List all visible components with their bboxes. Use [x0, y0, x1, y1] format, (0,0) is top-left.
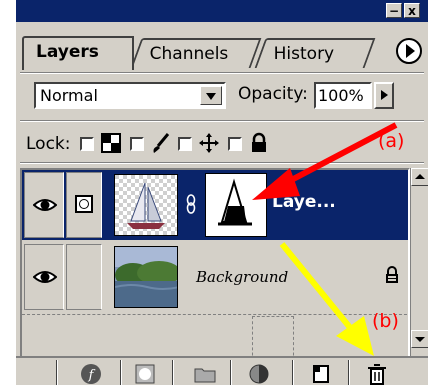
divider	[230, 360, 232, 385]
tab-history[interactable]: History	[254, 38, 376, 68]
lock-label: Lock:	[26, 134, 71, 154]
divider	[20, 72, 424, 74]
palette-bottom-toolbar: f	[16, 356, 428, 385]
divider	[20, 162, 424, 164]
add-mask-button[interactable]	[130, 362, 160, 385]
layers-list: Laye... Background	[20, 168, 410, 364]
new-set-button[interactable]	[190, 362, 220, 385]
eye-icon	[33, 199, 57, 211]
palette-titlebar[interactable]: − x	[16, 0, 428, 22]
layer-thumbnail[interactable]	[114, 174, 178, 236]
visibility-toggle[interactable]	[24, 244, 64, 310]
blend-mode-value: Normal	[40, 86, 98, 105]
opacity-label: Opacity:	[238, 84, 308, 104]
chevron-up-icon	[415, 174, 425, 179]
close-button[interactable]: x	[404, 3, 420, 18]
tab-channels-label: Channels	[149, 44, 229, 64]
divider	[292, 360, 294, 385]
palette-tabs: Layers Channels History	[16, 26, 428, 70]
lock-position-checkbox[interactable]	[178, 137, 192, 151]
layers-scrollbar[interactable]	[410, 168, 428, 364]
palette-menu-arrow-icon[interactable]	[396, 38, 422, 64]
visibility-toggle[interactable]	[24, 172, 64, 238]
layer-style-button[interactable]: f	[76, 362, 106, 385]
divider	[172, 360, 174, 385]
move-icon	[199, 133, 219, 153]
lock-transparency-checkbox[interactable]	[80, 137, 94, 151]
layer-link-cell[interactable]	[66, 244, 102, 310]
delete-layer-button[interactable]	[362, 362, 392, 385]
new-layer-button[interactable]	[306, 362, 336, 385]
blend-opacity-row: Normal Opacity: 100%	[16, 76, 428, 116]
lock-row: Lock:	[16, 126, 428, 160]
layer-name[interactable]: Background	[196, 268, 288, 286]
scroll-down-button[interactable]	[411, 330, 428, 348]
annotation-label-b: (b)	[372, 310, 399, 332]
tab-layers-label: Layers	[36, 42, 99, 62]
link-icon[interactable]	[186, 194, 196, 214]
tab-channels[interactable]: Channels	[130, 38, 262, 68]
sailboat-icon	[115, 175, 177, 235]
mask-shape-icon	[218, 178, 252, 226]
mask-icon	[75, 195, 93, 213]
blend-mode-select[interactable]: Normal	[34, 82, 226, 109]
chevron-down-icon	[415, 337, 425, 342]
brush-icon	[153, 133, 170, 153]
lock-pixels-checkbox[interactable]	[130, 137, 144, 151]
divider	[120, 360, 122, 385]
layer-row[interactable]: Laye...	[22, 170, 408, 240]
minimize-button[interactable]: −	[386, 3, 402, 18]
divider	[56, 360, 58, 385]
lock-icon	[386, 266, 398, 283]
opacity-slider-button[interactable]	[374, 82, 394, 109]
annotation-label-a: (a)	[378, 130, 405, 152]
layer-name[interactable]: Laye...	[272, 192, 336, 212]
adjustment-layer-button[interactable]	[244, 362, 274, 385]
scroll-up-button[interactable]	[411, 168, 428, 186]
layer-row[interactable]: Background	[22, 242, 408, 312]
opacity-input[interactable]: 100%	[314, 82, 372, 109]
layers-palette: − x Layers Channels History Normal Opaci…	[16, 0, 428, 385]
lock-all-checkbox[interactable]	[228, 137, 242, 151]
layer-mask-cell[interactable]	[66, 172, 102, 238]
layer-thumbnail[interactable]	[114, 246, 178, 308]
transparency-grid-icon	[101, 133, 121, 153]
divider	[348, 360, 350, 385]
divider	[20, 120, 424, 122]
lock-icon	[252, 132, 266, 152]
chevron-down-icon[interactable]	[200, 86, 222, 105]
eye-icon	[33, 271, 57, 283]
tab-history-label: History	[273, 44, 335, 64]
tab-layers[interactable]: Layers	[22, 36, 134, 70]
landscape-thumbnail-icon	[115, 247, 177, 307]
layer-mask-thumbnail[interactable]	[205, 173, 267, 237]
